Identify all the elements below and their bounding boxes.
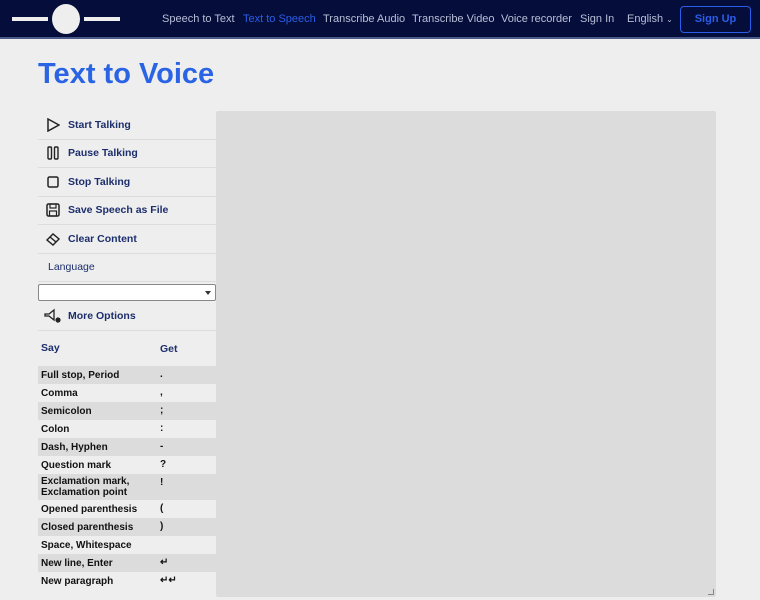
table-row: Exclamation mark, Exclamation point! <box>38 474 216 500</box>
table-row: Full stop, Period. <box>38 366 216 384</box>
say-cell: Full stop, Period <box>41 369 120 381</box>
say-header: Say <box>41 342 60 354</box>
table-row: Comma, <box>38 384 216 402</box>
clear-content-button[interactable]: Clear Content <box>38 225 216 254</box>
get-cell <box>160 538 216 539</box>
say-cell: Semicolon <box>41 405 92 417</box>
get-cell: ; <box>160 405 164 416</box>
sign-up-button[interactable]: Sign Up <box>680 6 751 33</box>
nav-sign-in[interactable]: Sign In <box>580 13 614 25</box>
language-menu-label: English <box>627 13 664 25</box>
save-speech-button[interactable]: Save Speech as File <box>38 196 216 225</box>
get-cell: : <box>160 423 164 434</box>
language-label: Language <box>38 253 216 282</box>
stop-talking-button[interactable]: Stop Talking <box>38 168 216 197</box>
say-cell: Opened parenthesis <box>41 503 138 515</box>
get-cell: ↵↵ <box>160 575 177 586</box>
text-input-area[interactable] <box>216 111 716 597</box>
table-row: Space, Whitespace <box>38 536 216 554</box>
say-cell: Comma <box>41 387 78 399</box>
play-icon <box>38 117 68 132</box>
say-cell: Closed parenthesis <box>41 521 134 533</box>
stop-icon <box>38 175 68 189</box>
eraser-icon <box>38 232 68 246</box>
get-cell: ! <box>160 477 164 488</box>
table-row: Opened parenthesis ( <box>38 500 216 518</box>
punctuation-table: Full stop, Period. Comma, Semicolon; Colon:… <box>38 366 216 590</box>
get-cell: , <box>160 387 163 398</box>
start-talking-button[interactable]: Start Talking <box>38 111 216 140</box>
get-cell: ↵ <box>160 557 169 568</box>
table-row: Semicolon; <box>38 402 216 420</box>
say-cell: Question mark <box>41 459 112 471</box>
table-row: Closed parenthesis) <box>38 518 216 536</box>
nav-voice-recorder[interactable]: Voice recorder <box>501 13 572 25</box>
clear-content-label: Clear Content <box>68 232 137 245</box>
say-cell: New line, Enter <box>41 557 113 569</box>
controls-panel: Start Talking Pause Talking Stop Talking… <box>38 111 216 590</box>
get-cell: ( <box>160 503 164 514</box>
start-talking-label: Start Talking <box>68 118 131 131</box>
logo[interactable] <box>12 4 120 34</box>
more-options-button[interactable]: More Options <box>38 301 216 331</box>
nav-transcribe-audio[interactable]: Transcribe Audio <box>323 13 405 25</box>
top-navbar: Speech to Text Text to Speech Transcribe… <box>0 0 760 39</box>
get-cell: . <box>160 369 163 380</box>
language-menu[interactable]: English ⌄ <box>627 13 673 25</box>
nav-speech-to-text[interactable]: Speech to Text <box>162 13 235 25</box>
nav-text-to-speech[interactable]: Text to Speech <box>243 13 316 25</box>
save-speech-label: Save Speech as File <box>68 204 169 217</box>
table-row: New line, Enter ↵ <box>38 554 216 572</box>
get-cell: ? <box>160 459 167 470</box>
chevron-down-icon: ⌄ <box>666 15 673 24</box>
say-cell: Exclamation mark, Exclamation point <box>41 476 130 498</box>
pause-talking-label: Pause Talking <box>68 147 138 160</box>
get-cell: - <box>160 441 164 452</box>
stop-talking-label: Stop Talking <box>68 175 131 188</box>
say-cell: Space, Whitespace <box>41 539 132 551</box>
language-select[interactable] <box>38 284 216 301</box>
say-cell: Colon <box>41 423 70 435</box>
table-row: Question mark? <box>38 456 216 474</box>
resize-handle[interactable] <box>708 589 714 595</box>
pause-icon <box>38 146 68 160</box>
more-options-label: More Options <box>68 309 136 322</box>
get-cell: ) <box>160 521 164 532</box>
table-row: Dash, Hyphen - <box>38 438 216 456</box>
table-row: Colon: <box>38 420 216 438</box>
say-cell: New paragraph <box>41 575 114 587</box>
speaker-gear-icon <box>38 308 68 324</box>
get-header: Get <box>160 342 178 355</box>
floppy-disk-icon <box>38 203 68 217</box>
say-cell: Dash, Hyphen <box>41 441 108 453</box>
table-header: Say Get <box>38 331 216 366</box>
table-row: New paragraph ↵↵ <box>38 572 216 590</box>
nav-transcribe-video[interactable]: Transcribe Video <box>412 13 495 25</box>
page-title: Text to Voice <box>38 58 215 90</box>
pause-talking-button[interactable]: Pause Talking <box>38 139 216 168</box>
